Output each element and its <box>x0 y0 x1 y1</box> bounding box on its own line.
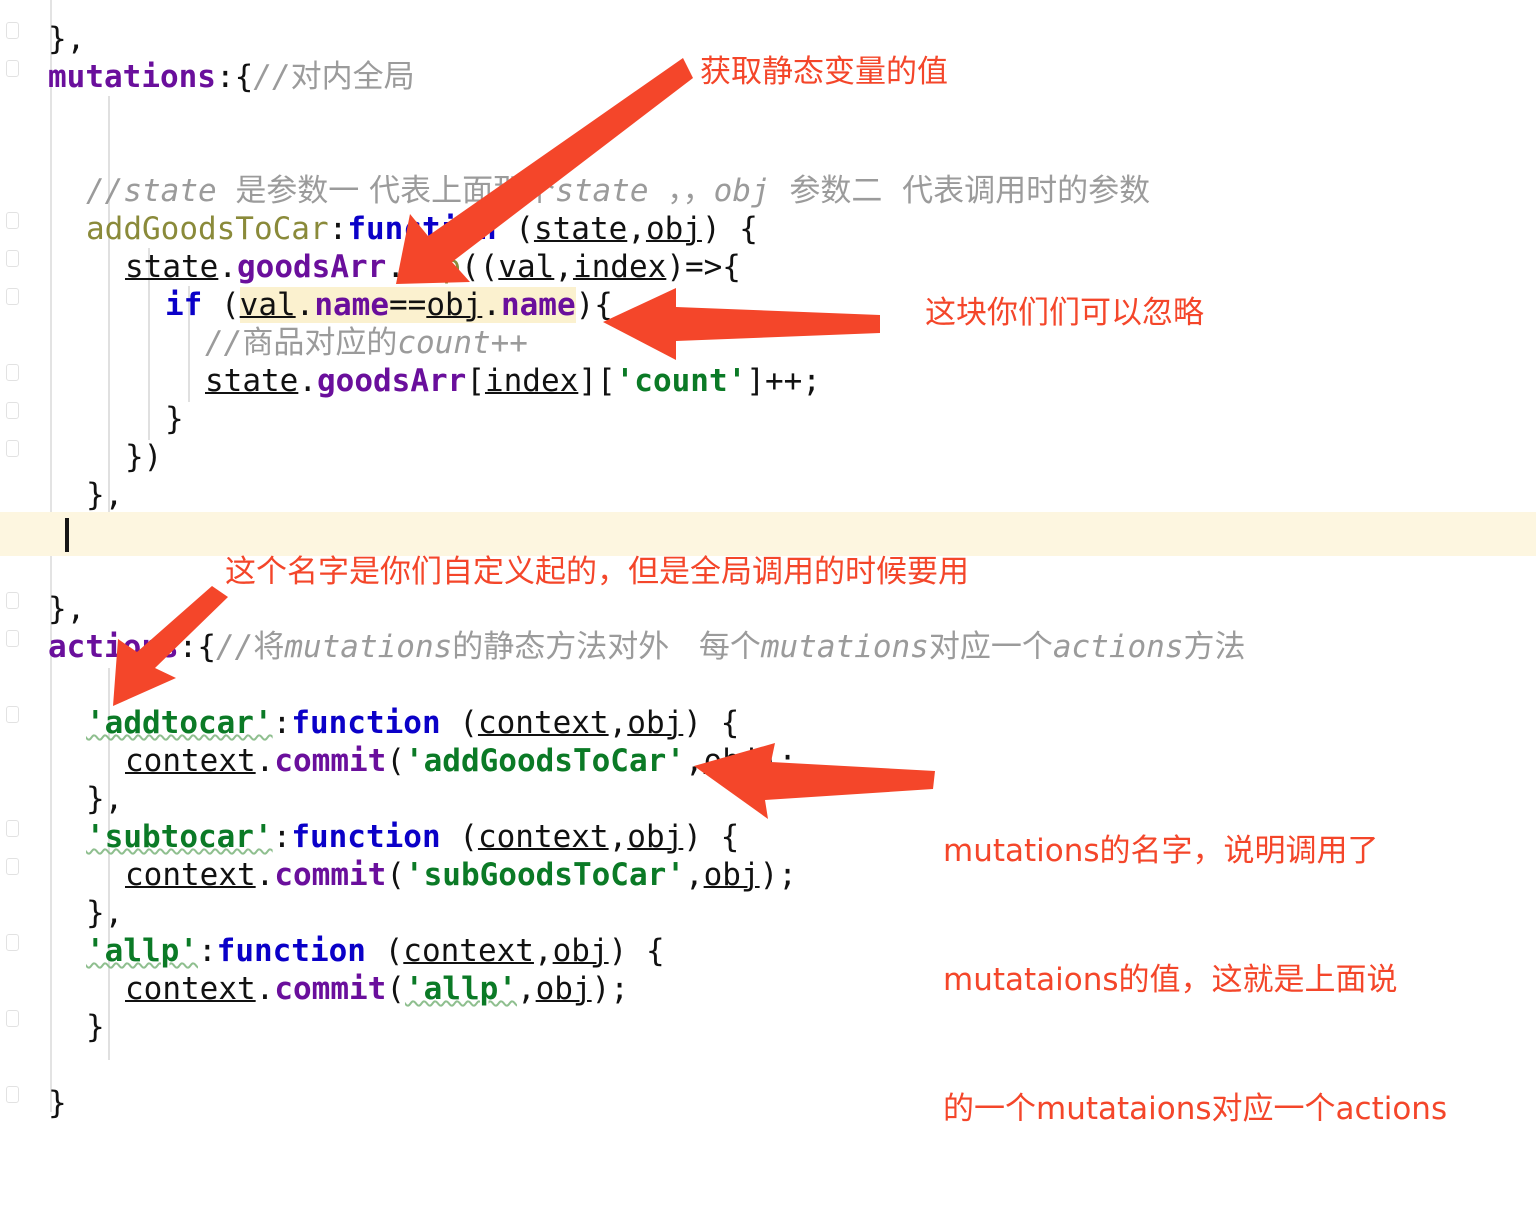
code-line[interactable]: context.commit('allp',obj); <box>125 970 629 1008</box>
code-line[interactable]: 'allp':function (context,obj) { <box>86 932 665 970</box>
code-line[interactable]: }, <box>48 20 85 58</box>
code-line[interactable]: }, <box>86 894 123 932</box>
code-line[interactable]: if (val.name==obj.name){ <box>165 286 613 324</box>
code-line[interactable]: } <box>48 1084 67 1122</box>
annotation-4-line-3: 的一个mutataions对应一个actions <box>943 1091 1448 1127</box>
code-line[interactable]: }, <box>86 476 123 514</box>
code-line[interactable]: state.goodsArr[index]['count']++; <box>205 362 821 400</box>
code-line[interactable]: state.goodsArr.map((val,index)=>{ <box>125 248 741 286</box>
code-line[interactable]: }, <box>86 780 123 818</box>
code-line[interactable]: }) <box>125 438 162 476</box>
code-line[interactable]: //state 是参数一 代表上面那个state ，，obj 参数二 代表调用时… <box>86 172 1150 210</box>
code-line[interactable]: 'subtocar':function (context,obj) { <box>86 818 739 856</box>
code-line[interactable]: } <box>86 1008 105 1046</box>
annotation-3: 这个名字是你们自定义起的，但是全局调用的时候要用 <box>225 554 969 590</box>
code-line[interactable]: actions:{//将mutations的静态方法对外 每个mutations… <box>48 628 1246 666</box>
annotation-1: 获取静态变量的值 <box>700 54 948 90</box>
annotation-4-line-2: mutataions的值，这就是上面说 <box>943 962 1398 998</box>
code-line[interactable]: } <box>165 400 184 438</box>
code-line[interactable]: addGoodsToCar:function (state,obj) { <box>86 210 758 248</box>
code-line[interactable]: }, <box>48 590 85 628</box>
annotation-4: mutations的名字，说明调用了 mutataions的值，这就是上面说 的… <box>943 744 1447 1217</box>
code-line[interactable]: context.commit('subGoodsToCar',obj); <box>125 856 797 894</box>
code-line[interactable]: //商品对应的count++ <box>205 324 528 362</box>
code-editor[interactable]: }, mutations:{//对内全局 //state 是参数一 代表上面那个… <box>0 0 1536 1127</box>
annotation-2: 这块你们们可以忽略 <box>925 295 1204 331</box>
code-line[interactable]: 'addtocar':function (context,obj) { <box>86 704 739 742</box>
code-line[interactable]: mutations:{//对内全局 <box>48 58 415 96</box>
annotation-4-line-1: mutations的名字，说明调用了 <box>943 833 1379 869</box>
code-line[interactable]: context.commit('addGoodsToCar',obj); <box>125 742 797 780</box>
